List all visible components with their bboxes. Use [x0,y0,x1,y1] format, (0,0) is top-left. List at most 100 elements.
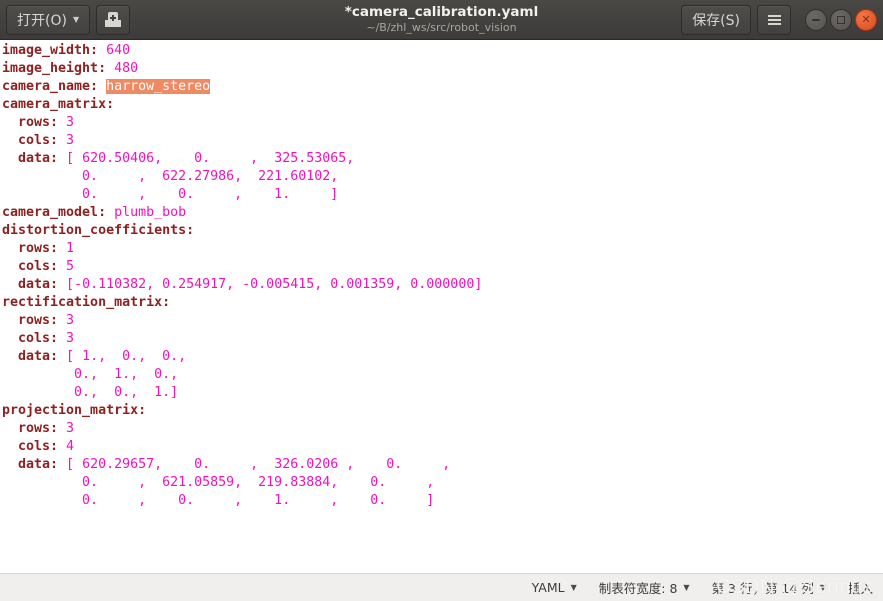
yaml-key: image_height: [2,61,107,76]
save-button[interactable]: 保存(S) [681,4,751,35]
code-line: data: [ 1., 0., 0., [2,348,883,366]
save-as-button[interactable] [96,4,131,35]
code-line: 0., 0., 1.] [2,384,883,402]
yaml-value: 3 [58,313,75,328]
yaml-value: 0. , 622.27986, 221.60102, [2,169,339,184]
tab-width-selector[interactable]: 制表符宽度: 8 ▼ [599,578,690,597]
open-button-label: 打开(O) [17,12,67,29]
code-line: cols: 4 [2,438,883,456]
code-line: cols: 3 [2,132,883,150]
yaml-key: data: [2,151,59,166]
window-controls: ✕ [805,8,877,31]
close-icon: ✕ [861,13,871,26]
save-button-label: 保存(S) [692,12,740,29]
code-line: camera_name: harrow_stereo [2,78,883,96]
yaml-key: rows: [2,313,59,328]
page-title: *camera_calibration.yaml [344,4,539,20]
code-line: data: [-0.110382, 0.254917, -0.005415, 0… [2,276,883,294]
chevron-down-icon: ▼ [72,14,80,24]
document-save-as-icon [105,12,122,27]
yaml-value: 1 [58,241,75,256]
yaml-key: projection_matrix: [2,403,147,418]
insert-mode-indicator[interactable]: 插入 [848,578,873,597]
yaml-key: rows: [2,421,59,436]
yaml-key: image_width: [2,43,99,58]
yaml-value: 5 [58,259,75,274]
code-line: rows: 3 [2,420,883,438]
yaml-value: [-0.110382, 0.254917, -0.005415, 0.00135… [58,277,483,292]
yaml-key: cols: [2,439,59,454]
yaml-value: 0. , 0. , 1. , 0. ] [2,493,435,508]
yaml-key: camera_model: [2,205,107,220]
code-line: rows: 3 [2,312,883,330]
code-line: cols: 5 [2,258,883,276]
code-line: data: [ 620.29657, 0. , 326.0206 , 0. , [2,456,883,474]
yaml-key: data: [2,457,59,472]
code-line: projection_matrix: [2,402,883,420]
yaml-key: rows: [2,115,59,130]
hamburger-menu-icon [767,14,781,25]
insert-mode-label: 插入 [847,581,873,596]
code-line: cols: 3 [2,330,883,348]
code-line: distortion_coefficients: [2,222,883,240]
yaml-document[interactable]: image_width: 640 image_height: 480 camera_… [0,40,883,510]
language-selector[interactable]: YAML ▼ [532,580,577,595]
maximize-button[interactable] [830,8,852,31]
cursor-position-selector[interactable]: 第 3 行，第 14 列 ▼ [712,578,826,597]
text-editor-area[interactable]: image_width: 640 image_height: 480 camera_… [0,40,883,573]
yaml-value: 4 [58,439,75,454]
yaml-key: cols: [2,259,59,274]
title-bar: 打开(O) ▼ *camera_calibration.yaml ~/B/zhl… [0,0,883,40]
code-line: 0. , 0. , 1. , 0. ] [2,492,883,510]
open-button[interactable]: 打开(O) ▼ [6,4,91,35]
yaml-value: 3 [58,331,75,346]
yaml-key: camera_matrix: [2,97,115,112]
yaml-value: 0., 1., 0., [2,367,179,382]
code-line: image_height: 480 [2,60,883,78]
yaml-key: data: [2,349,59,364]
minimize-button[interactable] [805,8,827,31]
code-line: 0. , 622.27986, 221.60102, [2,168,883,186]
code-line: 0., 1., 0., [2,366,883,384]
file-path-subtitle: ~/B/zhl_ws/src/robot_vision [366,21,517,34]
tab-width-label: 制表符宽度: 8 [598,581,678,596]
yaml-value: 3 [58,133,75,148]
status-bar: YAML ▼ 制表符宽度: 8 ▼ 第 3 行，第 14 列 ▼ 插入 CSDN… [0,573,883,601]
code-line: camera_matrix: [2,96,883,114]
code-line: rectification_matrix: [2,294,883,312]
maximize-icon [837,15,845,24]
yaml-value: 3 [58,115,75,130]
yaml-value: [ 1., 0., 0., [58,349,187,364]
chevron-down-icon: ▼ [819,582,826,592]
yaml-value: 480 [106,61,139,76]
yaml-value: [ 620.29657, 0. , 326.0206 , 0. , [58,457,451,472]
code-line: data: [ 620.50406, 0. , 325.53065, [2,150,883,168]
code-line: 0. , 0. , 1. ] [2,186,883,204]
titlebar-right-controls: 保存(S) ✕ [681,4,877,35]
yaml-key: cols: [2,133,59,148]
chevron-down-icon: ▼ [570,582,577,592]
yaml-key: rectification_matrix: [2,295,171,310]
chevron-down-icon: ▼ [683,582,690,592]
yaml-key: distortion_coefficients: [2,223,195,238]
cursor-position-label: 第 3 行，第 14 列 [711,581,814,596]
yaml-value: 3 [58,421,75,436]
code-line: rows: 3 [2,114,883,132]
yaml-value: 640 [98,43,131,58]
yaml-key: camera_name: [2,79,99,94]
yaml-value: [ 620.50406, 0. , 325.53065, [58,151,355,166]
titlebar-left-controls: 打开(O) ▼ [6,4,131,35]
yaml-key: rows: [2,241,59,256]
close-button[interactable]: ✕ [855,8,877,31]
selected-text: harrow_stereo [106,79,211,94]
minimize-icon [812,18,820,21]
yaml-value [98,79,106,94]
code-line: 0. , 621.05859, 219.83884, 0. , [2,474,883,492]
language-label: YAML [531,580,565,595]
yaml-value: 0., 0., 1.] [2,385,179,400]
menu-button[interactable] [757,4,791,35]
yaml-key: data: [2,277,59,292]
yaml-key: cols: [2,331,59,346]
yaml-value: plumb_bob [106,205,187,220]
yaml-value: 0. , 621.05859, 219.83884, 0. , [2,475,435,490]
